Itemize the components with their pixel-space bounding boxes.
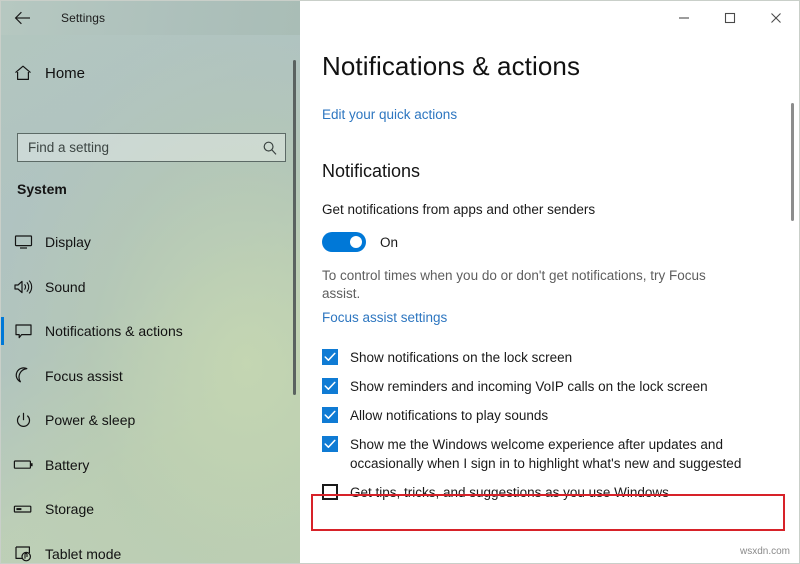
storage-drive-icon [1, 503, 45, 515]
toggle-knob [350, 236, 362, 248]
notification-bubble-icon [1, 323, 45, 340]
title-bar-left: Settings [1, 1, 300, 35]
sidebar-item-label: Tablet mode [45, 545, 122, 562]
speaker-icon [1, 279, 45, 295]
checkbox-row-play-sounds[interactable]: Allow notifications to play sounds [322, 406, 777, 425]
sidebar-item-tablet-mode[interactable]: Tablet mode [1, 532, 300, 564]
checkbox-unchecked-icon[interactable] [322, 484, 338, 500]
checkbox-label: Show reminders and incoming VoIP calls o… [350, 379, 708, 394]
checkbox-checked-icon[interactable] [322, 349, 338, 365]
maximize-icon [724, 12, 736, 24]
checkbox-label: Show me the Windows welcome experience a… [350, 437, 742, 471]
minimize-button[interactable] [661, 2, 707, 34]
sidebar-item-label: Power & sleep [45, 412, 136, 429]
back-arrow-icon [14, 11, 32, 25]
sidebar-item-storage[interactable]: Storage [1, 487, 300, 532]
power-icon [1, 412, 45, 429]
watermark: wsxdn.com [739, 546, 790, 557]
close-icon [770, 12, 782, 24]
sidebar-item-power-and-sleep[interactable]: Power & sleep [1, 398, 300, 443]
master-toggle-state: On [380, 234, 399, 250]
page-title: Notifications & actions [322, 51, 581, 81]
moon-icon [1, 367, 45, 384]
focus-assist-settings-link[interactable]: Focus assist settings [322, 310, 447, 325]
master-toggle-switch[interactable] [322, 232, 366, 252]
close-button[interactable] [753, 2, 799, 34]
checkbox-row-lock-screen[interactable]: Show notifications on the lock screen [322, 348, 777, 367]
window-title: Settings [61, 11, 106, 25]
home-icon [1, 64, 45, 82]
master-toggle-label: Get notifications from apps and other se… [322, 202, 596, 217]
checkbox-label: Get tips, tricks, and suggestions as you… [350, 485, 669, 500]
search-input[interactable] [18, 140, 255, 155]
title-bar: Settings [1, 1, 799, 35]
checkbox-checked-icon[interactable] [322, 378, 338, 394]
sidebar-item-label: Focus assist [45, 367, 123, 384]
checkbox-label: Show notifications on the lock screen [350, 350, 573, 365]
home-label: Home [45, 64, 86, 82]
sidebar-section-title: System [17, 181, 67, 197]
checkbox-row-welcome-experience[interactable]: Show me the Windows welcome experience a… [322, 435, 777, 473]
sidebar-nav: Display Sound Notifications & actions Fo… [1, 220, 300, 564]
checkbox-row-voip-calls[interactable]: Show reminders and incoming VoIP calls o… [322, 377, 777, 396]
sidebar: Home System [1, 35, 300, 564]
checkbox-checked-icon[interactable] [322, 407, 338, 423]
content-pane: Notifications & actions Edit your quick … [300, 35, 799, 563]
monitor-icon [1, 234, 45, 250]
sidebar-item-notifications-and-actions[interactable]: Notifications & actions [1, 309, 300, 354]
content-scrollbar[interactable] [791, 103, 794, 221]
maximize-button[interactable] [707, 2, 753, 34]
notification-options-list: Show notifications on the lock screen Sh… [322, 348, 777, 512]
notifications-heading: Notifications [322, 161, 421, 181]
settings-window: Settings Home Find a setting System Disp… [0, 0, 800, 564]
search-icon[interactable] [255, 140, 285, 156]
window-controls [300, 1, 799, 35]
checkbox-row-tips-and-tricks[interactable]: Get tips, tricks, and suggestions as you… [322, 483, 777, 502]
focus-assist-hint: To control times when you do or don't ge… [322, 268, 706, 301]
selection-indicator [1, 317, 4, 345]
master-toggle-row: On [322, 231, 398, 253]
search-box[interactable] [17, 133, 286, 162]
battery-icon [1, 458, 45, 471]
sidebar-item-battery[interactable]: Battery [1, 443, 300, 488]
checkbox-checked-icon[interactable] [322, 436, 338, 452]
sidebar-item-focus-assist[interactable]: Focus assist [1, 354, 300, 399]
sidebar-item-sound[interactable]: Sound [1, 265, 300, 310]
sidebar-item-home[interactable]: Home [1, 55, 286, 91]
sidebar-item-label: Sound [45, 278, 86, 295]
checkbox-label: Allow notifications to play sounds [350, 408, 549, 423]
tablet-touch-icon [1, 545, 45, 562]
sidebar-item-label: Display [45, 234, 91, 251]
sidebar-item-label: Battery [45, 456, 90, 473]
sidebar-item-label: Notifications & actions [45, 323, 183, 340]
minimize-icon [678, 12, 690, 24]
sidebar-scrollbar[interactable] [293, 60, 296, 395]
sidebar-item-label: Storage [45, 501, 95, 518]
back-button[interactable] [1, 1, 45, 35]
edit-quick-actions-link[interactable]: Edit your quick actions [322, 107, 457, 122]
sidebar-item-display[interactable]: Display [1, 220, 300, 265]
